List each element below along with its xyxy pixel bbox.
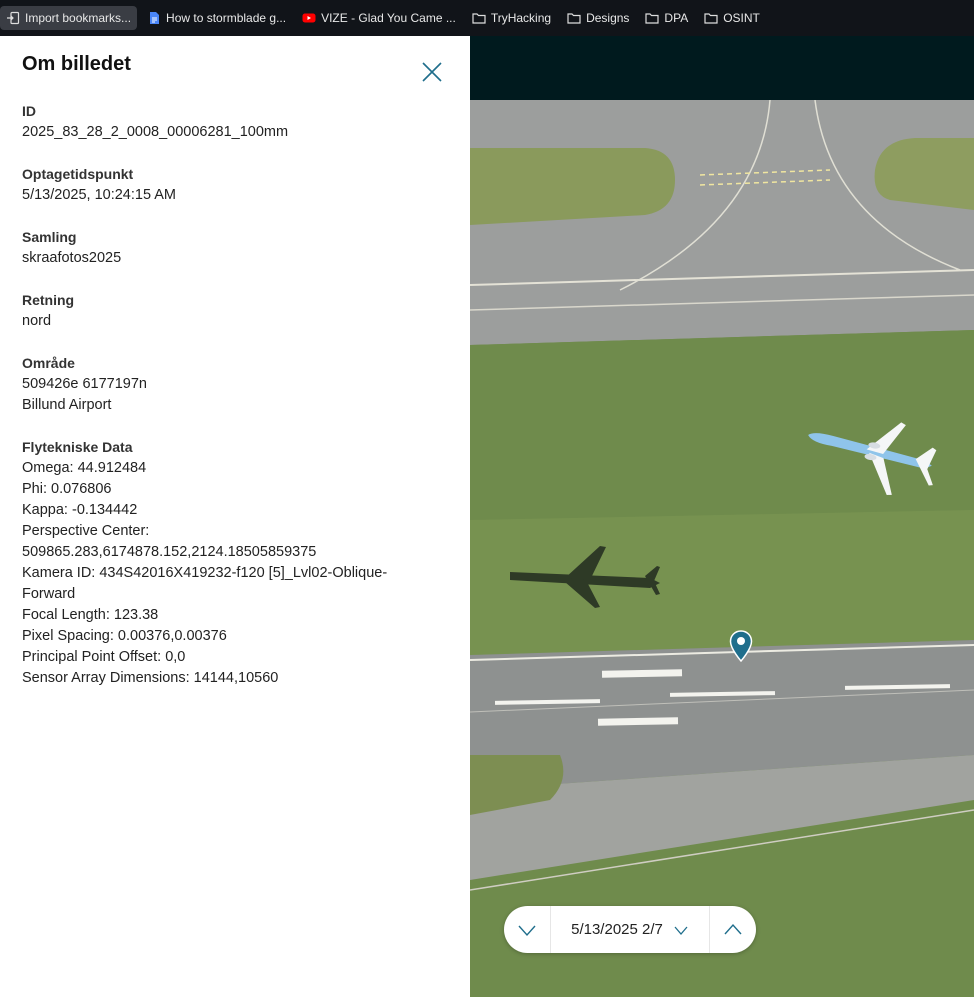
google-docs-icon [147,11,161,25]
info-content: ID 2025_83_28_2_0008_00006281_100mm Opta… [22,101,452,710]
flight-line: Kappa: -0.134442 [22,502,138,518]
field-label: Optagetidspunkt [22,166,134,182]
panel-title: Om billedet [22,53,131,75]
bookmark-folder-dpa[interactable]: DPA [639,6,694,30]
flight-line: Perspective Center: [22,523,150,539]
bookmark-label: OSINT [723,11,760,25]
bookmark-folder-osint[interactable]: OSINT [698,6,766,30]
field-area: Område 509426e 6177197n Billund Airport [22,353,452,416]
import-icon [6,11,20,25]
bookmark-label: Import bookmarks... [25,11,132,25]
bookmark-label: Designs [586,11,630,25]
flight-line: Pixel Spacing: 0.00376,0.00376 [22,628,227,644]
image-navigator: 5/13/2025 2/7 [504,906,756,953]
flight-line: Forward [22,586,76,602]
aerial-photo-viewer[interactable]: 5/13/2025 2/7 [470,36,974,997]
bookmark-folder-designs[interactable]: Designs [561,6,635,30]
close-button[interactable] [420,60,444,84]
chevron-down-icon [518,925,536,936]
field-label: Samling [22,229,77,245]
field-direction: Retning nord [22,290,452,332]
field-time: Optagetidspunkt 5/13/2025, 10:24:15 AM [22,164,452,206]
folder-icon [472,11,486,25]
field-label: Retning [22,292,75,308]
flight-line: Phi: 0.076806 [22,481,112,497]
field-value: 5/13/2025, 10:24:15 AM [22,187,176,203]
flight-line: Omega: 44.912484 [22,460,147,476]
flight-line: 509865.283,6174878.152,2124.18505859375 [22,544,317,560]
chevron-down-icon [673,922,689,938]
field-value: nord [22,313,52,329]
image-selector-dropdown[interactable]: 5/13/2025 2/7 [551,921,709,938]
bookmark-folder-tryhacking[interactable]: TryHacking [466,6,557,30]
flight-line: Sensor Array Dimensions: 14144,10560 [22,670,279,686]
bookmark-label: TryHacking [490,11,552,25]
field-id: ID 2025_83_28_2_0008_00006281_100mm [22,101,452,143]
folder-icon [704,11,718,25]
image-info-panel: Om billedet ID 2025_83_28_2_0008_0000628… [0,36,470,997]
field-flight-data: Flytekniske Data Omega: 44.912484 Phi: 0… [22,437,452,689]
aerial-photo [470,100,974,997]
bookmark-import[interactable]: Import bookmarks... [0,6,138,30]
field-label: Område [22,355,75,371]
flight-line: Focal Length: 123.38 [22,607,159,623]
field-value: 2025_83_28_2_0008_00006281_100mm [22,124,289,140]
previous-image-button[interactable] [504,906,550,953]
folder-icon [645,11,660,25]
viewer-header [470,36,974,100]
folder-icon [567,11,581,25]
flight-line: Kamera ID: 434S42016X419232-f120 [5]_Lvl… [22,565,388,581]
next-image-button[interactable] [710,906,756,953]
location-pin-icon[interactable] [729,630,753,662]
flight-line: Principal Point Offset: 0,0 [22,649,186,665]
bookmark-stormblade[interactable]: How to stormblade g... [141,6,292,30]
chevron-up-icon [724,923,742,934]
bookmark-vize[interactable]: VIZE - Glad You Came ... [296,6,462,30]
bookmark-label: DPA [664,11,689,25]
image-selector-label: 5/13/2025 2/7 [571,921,663,938]
field-value: skraafotos2025 [22,250,122,266]
field-value-place: Billund Airport [22,397,112,413]
bookmark-label: How to stormblade g... [166,11,287,25]
bookmarks-bar: Import bookmarks... How to stormblade g.… [0,0,974,36]
field-collection: Samling skraafotos2025 [22,227,452,269]
bookmark-label: VIZE - Glad You Came ... [321,11,456,25]
close-icon [422,62,442,82]
field-value-coords: 509426e 6177197n [22,376,147,392]
field-label: ID [22,103,36,119]
field-label: Flytekniske Data [22,439,133,455]
youtube-icon [302,11,316,25]
